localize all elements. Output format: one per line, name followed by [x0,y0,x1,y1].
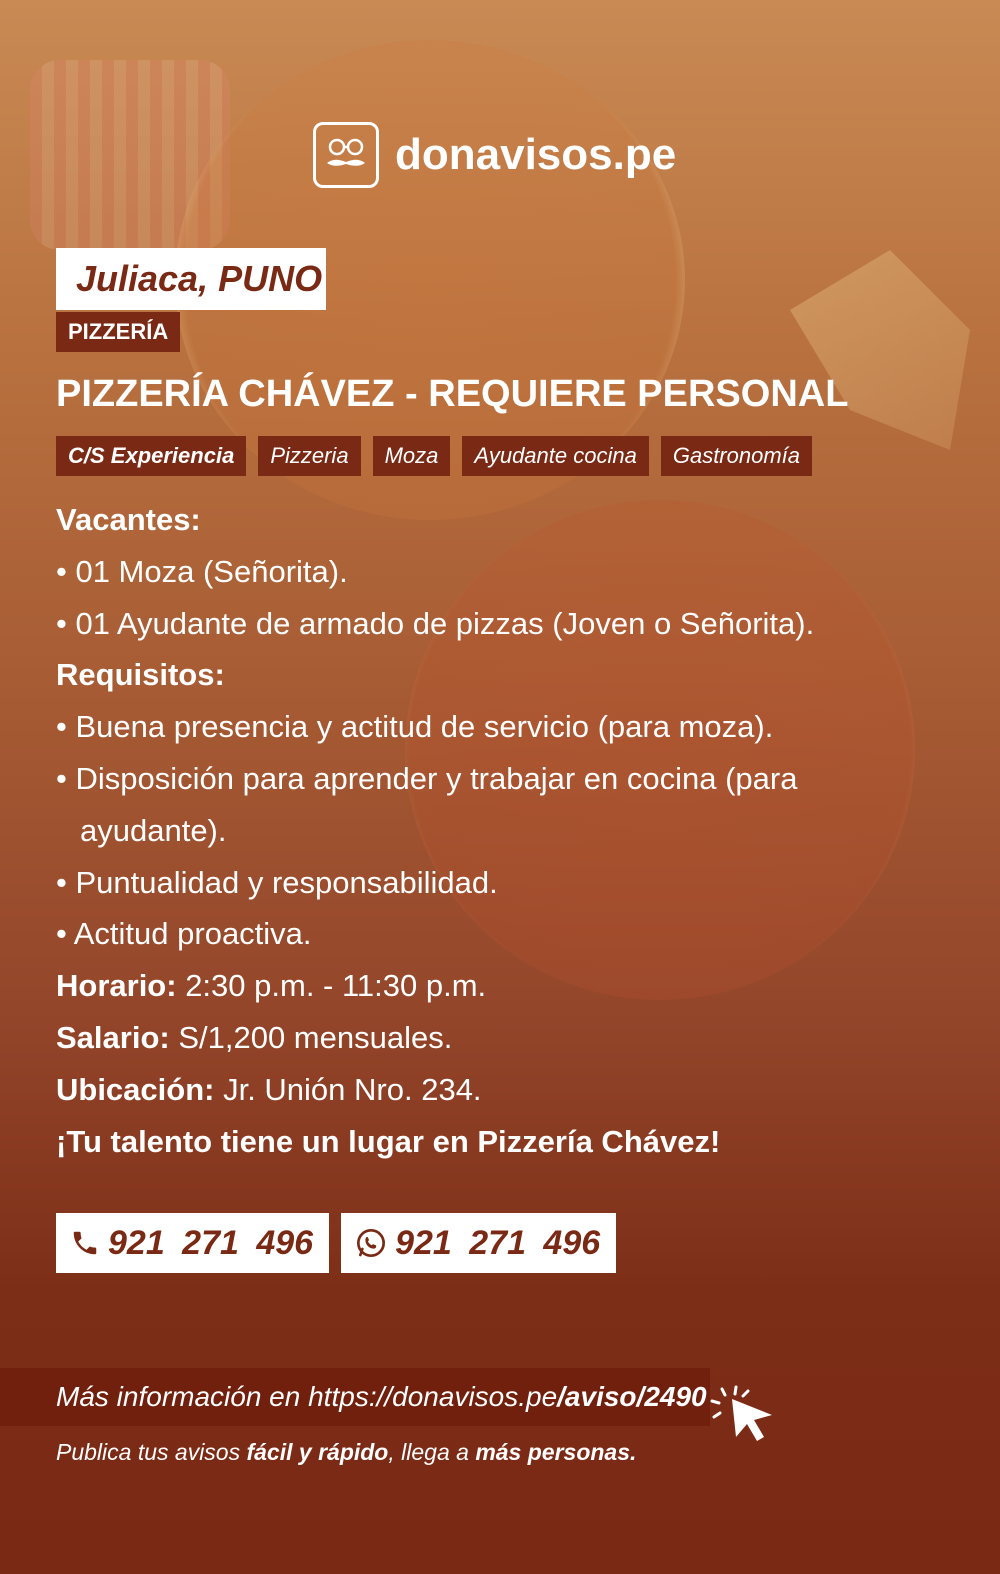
salario-value: S/1,200 mensuales. [169,1019,453,1055]
whatsapp-icon [357,1229,386,1257]
job-ad-card: donavisos.pe Juliaca, PUNO PIZZERÍA PIZZ… [0,0,1000,1574]
phone-icon [73,1231,97,1255]
more-info-path: /aviso/2490 [557,1381,707,1412]
cursor-click-icon [710,1385,776,1455]
brand-name: donavisos.pe [395,130,677,179]
horario-row: Horario: 2:30 p.m. - 11:30 p.m. [56,960,956,1012]
tag-item: Ayudante cocina [462,436,649,476]
ubicacion-value: Jr. Unión Nro. 234. [214,1071,482,1107]
footer-emphasis: fácil y rápido [246,1439,389,1465]
vacante-item: • 01 Moza (Señorita). [56,553,348,589]
ubicacion-label: Ubicación: [56,1071,215,1107]
location-label: Juliaca, PUNO [56,248,326,310]
ad-title: PIZZERÍA CHÁVEZ - REQUIERE PERSONAL [56,373,849,415]
closing-message: ¡Tu talento tiene un lugar en Pizzería C… [56,1123,721,1159]
footer-tagline: Publica tus avisos fácil y rápido, llega… [56,1434,636,1470]
tag-item: Gastronomía [660,436,813,476]
tag-item: Pizzeria [258,436,361,476]
requisito-item: • Puntualidad y responsabilidad. [56,864,498,900]
more-info-prefix: Más información en https://donavisos.pe [56,1381,558,1412]
call-button[interactable]: 921 271 496 [56,1213,330,1273]
salario-label: Salario: [56,1019,170,1055]
ubicacion-row: Ubicación: Jr. Unión Nro. 234. [56,1064,956,1116]
contact-buttons: 921 271 496 921 271 496 [56,1213,617,1273]
tag-item: Moza [372,436,451,476]
category-badge: PIZZERÍA [56,312,181,352]
footer-emphasis: más personas. [475,1439,637,1465]
brand-logo[interactable]: donavisos.pe [313,122,676,188]
salario-row: Salario: S/1,200 mensuales. [56,1012,956,1064]
vacantes-heading: Vacantes: [56,502,201,537]
background-cheese [790,250,970,450]
horario-value: 2:30 p.m. - 11:30 p.m. [176,968,487,1004]
phone-number: 921 271 496 [108,1223,314,1262]
whatsapp-number: 921 271 496 [395,1223,601,1262]
mustache-glasses-icon [313,122,379,188]
whatsapp-button[interactable]: 921 271 496 [341,1213,617,1273]
more-info-link[interactable]: Más información en https://donavisos.pe/… [56,1376,707,1418]
requisito-item: • Buena presencia y actitud de servicio … [56,709,774,745]
requisito-item: • Actitud proactiva. [56,916,312,952]
requisito-item: • Disposición para aprender y trabajar e… [56,760,798,796]
vacante-item: • 01 Ayudante de armado de pizzas (Joven… [56,605,815,641]
requisitos-heading: Requisitos: [56,657,225,693]
tag-item: C/S Experiencia [56,436,247,476]
horario-label: Horario: [56,968,177,1004]
footer-text: , llega a [388,1439,476,1465]
requisito-item-continuation: ayudante). [80,812,227,848]
footer-text: Publica tus avisos [56,1439,247,1465]
tag-list: C/S Experiencia Pizzeria Moza Ayudante c… [56,436,813,476]
ad-body: Vacantes: • 01 Moza (Señorita). • 01 Ayu… [56,494,956,1167]
